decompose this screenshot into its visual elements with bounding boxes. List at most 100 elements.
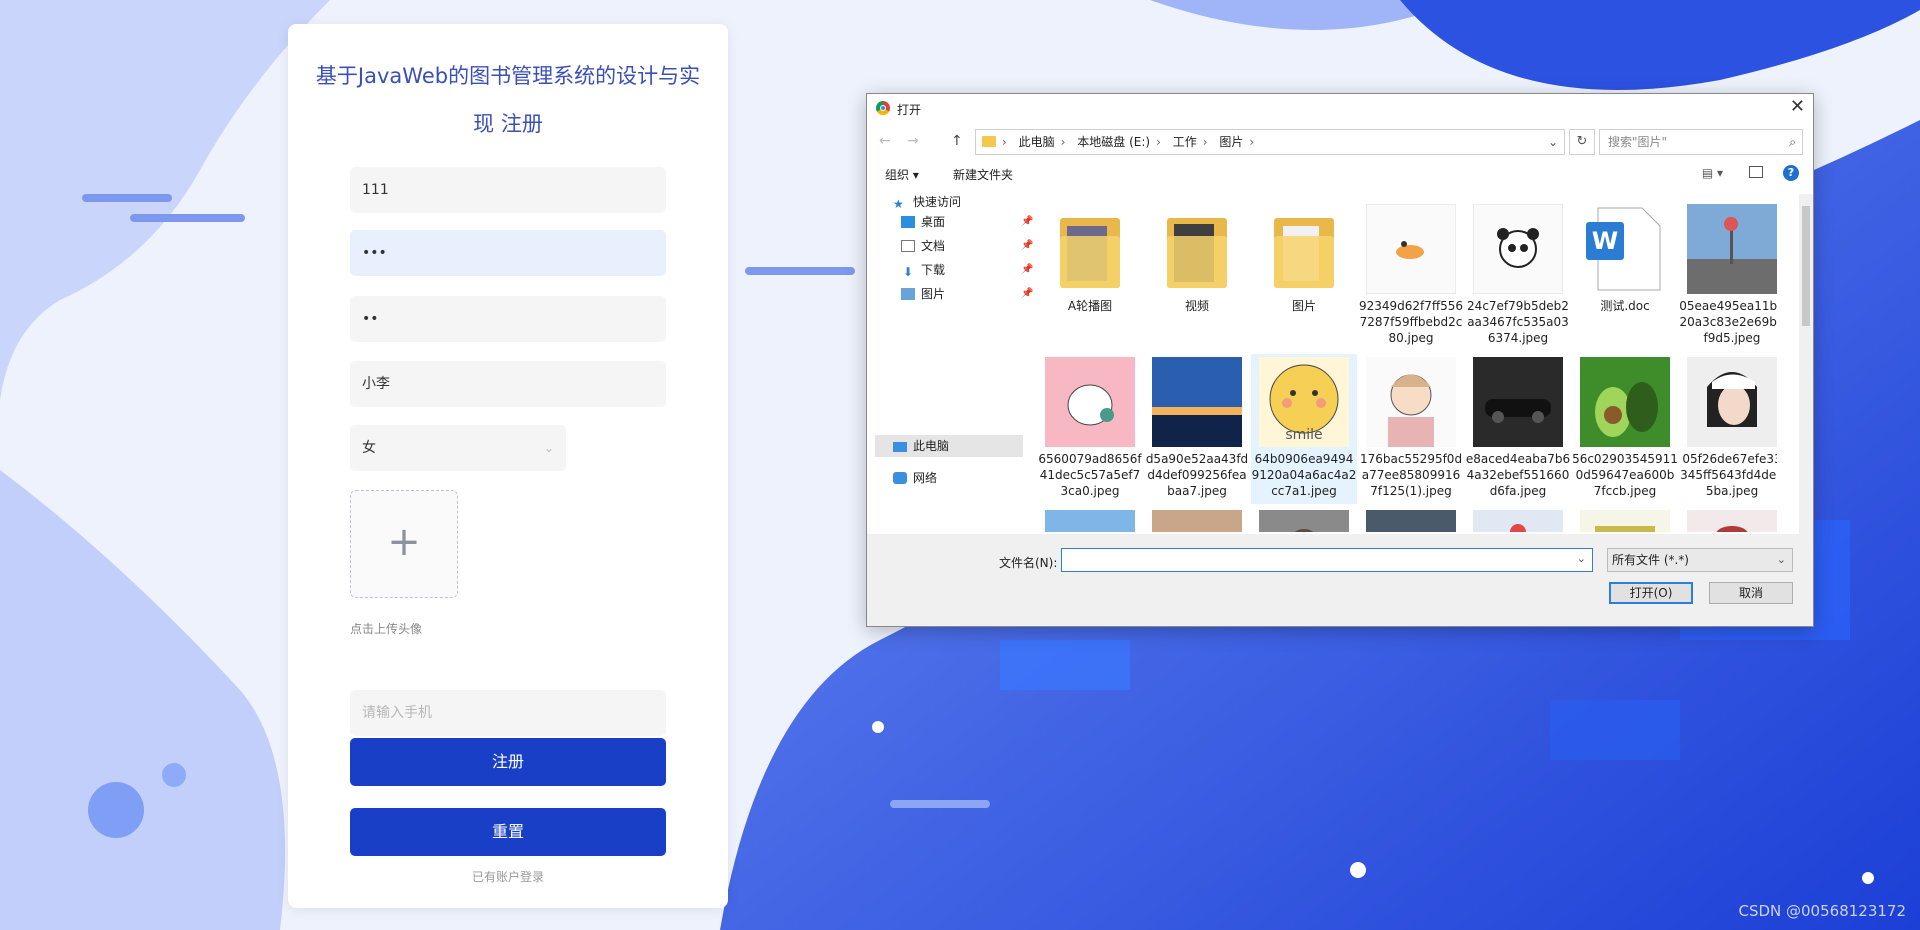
dialog-footer: 文件名(N): ⌄ 所有文件 (*.*) ⌄ 打开(O) 取消 [867, 534, 1813, 626]
image-thumbnail [1473, 357, 1563, 447]
gender-select[interactable]: 女 ⌄ [350, 425, 566, 471]
breadcrumb-item[interactable]: 图片 [1219, 135, 1243, 149]
login-link[interactable]: 已有账户登录 [288, 868, 728, 885]
file-tile[interactable]: 92349d62f7ff5567287f59ffbebd2c80.jpeg [1358, 204, 1463, 354]
register-card: 基于JavaWeb的图书管理系统的设计与实现 注册 111 ••• •• 小李 … [288, 24, 728, 908]
file-name: 视频 [1184, 299, 1209, 313]
file-tile[interactable]: smile 64b0906ea94949120a04a6ac4a2cc7a1.j… [1251, 354, 1357, 507]
image-thumbnail [1366, 510, 1456, 532]
file-name: 图片 [1291, 299, 1316, 313]
computer-icon [893, 442, 907, 452]
pin-icon: 📌 [1021, 288, 1034, 299]
desktop-icon [901, 216, 915, 228]
image-thumbnail [1045, 357, 1135, 447]
image-thumbnail [1152, 357, 1242, 447]
vertical-scrollbar[interactable] [1799, 194, 1813, 534]
chrome-icon [876, 101, 890, 115]
address-bar[interactable]: › 此电脑 › 本地磁盘 (E:) › 工作 › 图片 › ⌄ [975, 129, 1565, 155]
chevron-down-icon[interactable]: ⌄ [1548, 130, 1558, 154]
sidebar-item-pictures[interactable]: 图片 📌 [901, 284, 1033, 304]
file-tile[interactable]: W 测试.doc [1572, 204, 1668, 354]
star-icon: ★ [893, 197, 904, 211]
realname-input[interactable]: 小李 [350, 361, 666, 407]
file-tile[interactable]: 6560079ad8656f41dec5c57a5ef73ca0.jpeg [1037, 357, 1142, 507]
sidebar-item-network[interactable]: 网络 [893, 468, 937, 488]
view-options-icon[interactable]: ▤ ▾ [1702, 166, 1723, 180]
file-tile[interactable]: 56c029035459110d59647ea600b7fccb.jpeg [1572, 357, 1678, 507]
svg-text:smile: smile [1285, 427, 1322, 443]
file-tile[interactable] [1358, 510, 1456, 532]
breadcrumb: › 此电脑 › 本地磁盘 (E:) › 工作 › 图片 › [1002, 135, 1255, 149]
image-thumbnail [1366, 204, 1456, 294]
sidebar-item-this-pc[interactable]: 此电脑 [893, 436, 949, 456]
sidebar-item-documents[interactable]: 文档 📌 [901, 236, 1033, 256]
navigation-pane: ★ 快速访问 桌面 📌 文档 📌 ⬇ 下载 📌 图片 📌 此电脑 网络 [867, 192, 1033, 532]
image-thumbnail [1580, 510, 1670, 532]
file-name: d5a90e52aa43fdd4def099256feabaa7.jpeg [1145, 452, 1249, 498]
file-tile[interactable] [1037, 510, 1135, 532]
file-tile[interactable]: 05f26de67efe33345ff5643fd4de65ba.jpeg [1679, 357, 1777, 507]
sidebar-item-quick-access[interactable]: ★ 快速访问 [893, 192, 961, 212]
file-tile[interactable] [1251, 510, 1349, 532]
folder-icon [1167, 218, 1227, 288]
file-tile[interactable]: 176bac55295f0da77ee858099167f125(1).jpeg [1358, 357, 1462, 507]
chevron-down-icon[interactable]: ⌄ [1577, 552, 1586, 565]
sidebar-item-label: 快速访问 [913, 195, 962, 209]
search-input[interactable]: 搜索"图片" ⌕ [1599, 129, 1803, 155]
reset-button[interactable]: 重置 [350, 808, 666, 856]
file-tile[interactable]: d5a90e52aa43fdd4def099256feabaa7.jpeg [1144, 357, 1248, 507]
forward-arrow-icon: → [907, 133, 919, 149]
avatar-upload[interactable]: + [350, 490, 458, 598]
search-placeholder: 搜索"图片" [1608, 135, 1668, 149]
chevron-down-icon: ⌄ [543, 441, 554, 455]
confirm-password-input[interactable]: •• [350, 296, 666, 342]
file-grid: A轮播图 视频 图片 92349d62f7ff5567287f59ffbebd2… [1037, 194, 1777, 532]
search-icon: ⌕ [1789, 135, 1796, 149]
breadcrumb-item[interactable]: 本地磁盘 (E:) [1077, 135, 1150, 149]
folder-icon [1274, 218, 1334, 288]
file-tile[interactable]: 图片 [1251, 204, 1347, 354]
file-tile[interactable]: 24c7ef79b5deb2aa3467fc535a036374.jpeg [1465, 204, 1569, 354]
refresh-button[interactable]: ↻ [1569, 129, 1595, 155]
breadcrumb-item[interactable]: 工作 [1173, 135, 1197, 149]
gender-value: 女 [362, 440, 376, 456]
preview-pane-icon[interactable] [1749, 166, 1763, 178]
help-icon[interactable]: ? [1783, 165, 1799, 181]
file-tile[interactable] [1144, 510, 1242, 532]
file-tile[interactable]: 05eae495ea11b420a3c83e2e69b2f9d5.jpeg [1679, 204, 1777, 354]
sidebar-item-desktop[interactable]: 桌面 📌 [901, 212, 1033, 232]
file-name: 05eae495ea11b420a3c83e2e69b2f9d5.jpeg [1679, 299, 1777, 345]
new-folder-button[interactable]: 新建文件夹 [953, 166, 1013, 183]
file-name: e8aced4eaba7b64a32ebef551660d6fa.jpeg [1465, 452, 1571, 498]
filename-input[interactable]: ⌄ [1061, 548, 1593, 572]
sidebar-item-label: 图片 [921, 287, 946, 301]
file-name: A轮播图 [1067, 299, 1113, 313]
cancel-button[interactable]: 取消 [1709, 582, 1793, 604]
scrollbar-thumb[interactable] [1802, 206, 1810, 326]
register-button[interactable]: 注册 [350, 738, 666, 786]
file-tile[interactable]: 视频 [1144, 204, 1240, 354]
close-icon[interactable]: ✕ [1790, 96, 1805, 117]
file-tile[interactable] [1572, 510, 1670, 532]
file-tile[interactable] [1679, 510, 1777, 532]
open-button[interactable]: 打开(O) [1609, 582, 1693, 604]
sidebar-item-label: 网络 [913, 471, 938, 485]
filetype-select[interactable]: 所有文件 (*.*) ⌄ [1607, 548, 1793, 572]
file-tile[interactable]: A轮播图 [1037, 204, 1133, 354]
file-tile[interactable]: e8aced4eaba7b64a32ebef551660d6fa.jpeg [1465, 357, 1570, 507]
organize-menu[interactable]: 组织 ▾ [885, 166, 919, 183]
image-thumbnail [1473, 510, 1563, 532]
image-thumbnail [1473, 204, 1563, 294]
breadcrumb-item[interactable]: 此电脑 [1019, 135, 1055, 149]
up-arrow-icon: ↑ [951, 133, 963, 149]
sidebar-item-downloads[interactable]: ⬇ 下载 📌 [901, 260, 1033, 280]
sidebar-item-label: 此电脑 [913, 439, 950, 453]
file-tile[interactable] [1465, 510, 1563, 532]
image-thumbnail [1687, 510, 1777, 532]
phone-input[interactable]: 请输入手机 [350, 690, 666, 736]
username-input[interactable]: 111 [350, 167, 666, 213]
document-icon [901, 240, 915, 252]
image-thumbnail [1045, 510, 1135, 532]
dialog-title: 打开 [897, 103, 922, 117]
password-input[interactable]: ••• [350, 230, 666, 276]
